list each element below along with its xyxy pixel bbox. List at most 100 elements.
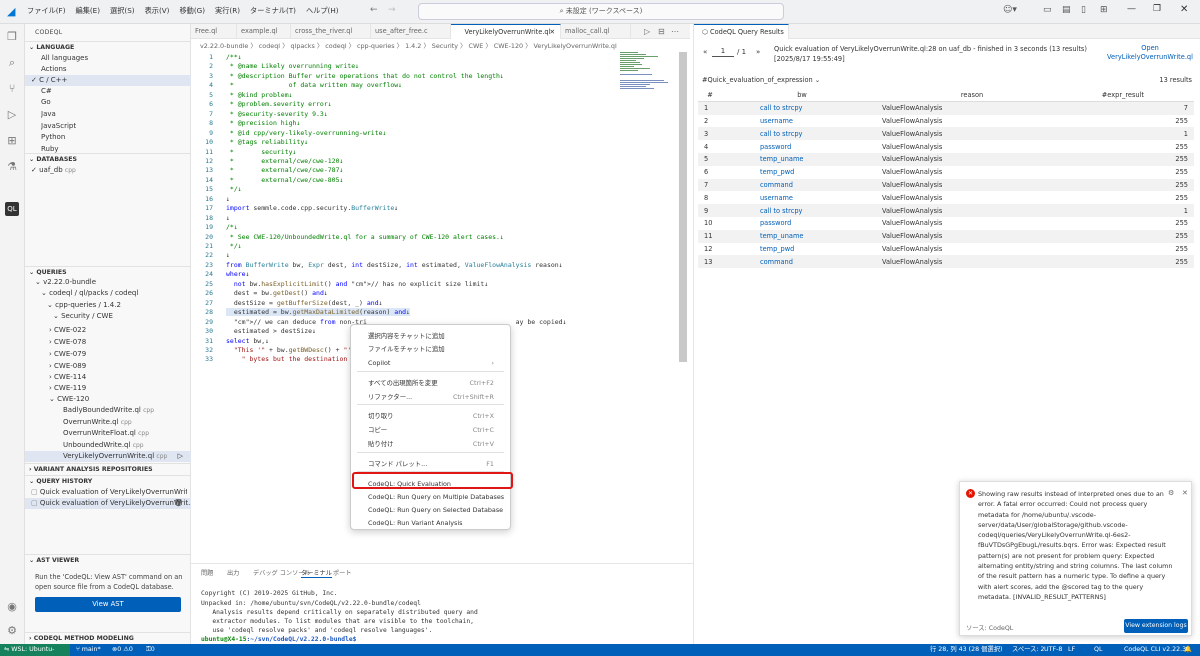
context-menu-item[interactable]: 選択内容をチャットに追加	[351, 330, 510, 343]
table-row[interactable]: 7 command ValueFlowAnalysis 255	[698, 178, 1194, 192]
toggle-secondary-icon[interactable]: ▯	[1081, 5, 1086, 15]
editor-scrollbar[interactable]	[679, 52, 687, 362]
database-item[interactable]: ✓ uaf_db cpp	[31, 165, 76, 176]
split-editor-icon[interactable]: ⊟	[658, 27, 665, 36]
context-menu-item[interactable]: すべての出現箇所を変更 Ctrl+F2	[351, 377, 510, 390]
toggle-sidebar-icon[interactable]: ▭	[1043, 5, 1052, 15]
trash-icon[interactable]: 🗑	[174, 498, 183, 509]
language-item[interactable]: Go	[41, 97, 51, 108]
language-item[interactable]: All languages	[41, 53, 88, 64]
code-line[interactable]: select bw,↓	[226, 337, 269, 345]
testing-icon[interactable]: ⚗	[5, 160, 19, 174]
code-line[interactable]: dest = bw.getDest() and↓	[226, 289, 328, 297]
remote-indicator[interactable]: ⇋ WSL: Ubuntu-24.04	[0, 644, 70, 656]
codeql-icon[interactable]: QL	[5, 202, 19, 216]
history-item-selected[interactable]: ▢ Quick evaluation of VeryLikelyOverrunW…	[25, 498, 191, 509]
table-row[interactable]: 9 call to strcpy ValueFlowAnalysis 1	[698, 204, 1194, 217]
tab-query-results[interactable]: ⬡ CodeQL Query Results	[694, 24, 789, 39]
close-icon[interactable]: ✕	[1182, 489, 1188, 497]
code-line[interactable]: * See CWE-120/UnboundedWrite.ql for a su…	[226, 233, 504, 241]
tab-problems[interactable]: 問題	[201, 568, 213, 577]
code-line[interactable]: /*↓	[226, 223, 238, 231]
tree-folder[interactable]: ⌄ codeql / ql/packs / codeql	[41, 288, 138, 299]
explorer-icon[interactable]: ❐	[5, 30, 19, 44]
tree-file[interactable]: OverrunWriteFloat.ql cpp	[63, 428, 149, 439]
tab-example[interactable]: example.ql	[237, 24, 291, 39]
table-row[interactable]: 1 call to strcpy ValueFlowAnalysis 7	[698, 101, 1194, 115]
code-line[interactable]: * @security-severity 9.3↓	[226, 110, 328, 118]
bw-cell[interactable]: call to strcpy	[722, 204, 882, 217]
prev-page-icon[interactable]: «	[703, 48, 707, 56]
result-set-select[interactable]: #Quick_evaluation_of_expression ⌄	[702, 76, 820, 84]
language-mode[interactable]: QL	[1094, 644, 1102, 656]
code-line[interactable]: * @description Buffer write operations t…	[226, 72, 504, 80]
bw-cell[interactable]: password	[722, 140, 882, 153]
language-item[interactable]: Python	[41, 132, 65, 143]
terminal-prompt[interactable]: ubuntu@X4-15:~/svn/CodeQL/v2.22.0-bundle…	[201, 636, 356, 643]
tree-file[interactable]: UnboundedWrite.ql cpp	[63, 440, 144, 451]
codeql-cli-version[interactable]: CodeQL CLI v2.22.3	[1124, 644, 1186, 656]
close-icon[interactable]: ✕	[549, 25, 555, 40]
language-item[interactable]: C#	[41, 86, 52, 97]
code-line[interactable]: ↓	[226, 214, 230, 222]
maximize-icon[interactable]: ❐	[1153, 4, 1161, 14]
code-line[interactable]: * of data written may overflow↓	[226, 81, 402, 89]
code-line[interactable]: * security↓	[226, 148, 297, 156]
menu-item[interactable]: 表示(V)	[144, 6, 171, 16]
history-section-header[interactable]: ⌄ QUERY HISTORY	[25, 475, 191, 487]
menu-item[interactable]: 移動(G)	[178, 6, 206, 16]
more-actions-icon[interactable]: ⋯	[671, 27, 679, 36]
view-ast-button[interactable]: View AST	[35, 597, 181, 612]
context-menu-item[interactable]: コピー Ctrl+C	[351, 424, 510, 437]
command-center[interactable]: ⌕ 未設定 (ワークスペース)	[418, 3, 784, 20]
tab-very-likely-overrun[interactable]: VeryLikelyOverrunWrite.ql ✕	[451, 24, 561, 39]
gear-icon[interactable]: ⚙	[5, 624, 19, 638]
code-line[interactable]: ↓	[226, 195, 230, 203]
back-arrow-icon[interactable]: ←	[370, 5, 378, 15]
table-row[interactable]: 5 temp_uname ValueFlowAnalysis 255	[698, 152, 1194, 166]
copilot-icon[interactable]: ☺▾	[1003, 5, 1017, 15]
branch-indicator[interactable]: ⑂ main*	[76, 644, 101, 656]
tab-terminal[interactable]: ターミナル	[301, 568, 332, 578]
table-row[interactable]: 12 temp_pwd ValueFlowAnalysis 255	[698, 243, 1194, 256]
code-line[interactable]: destSize = getBufferSize(dest, _) and↓	[226, 299, 383, 307]
tab-cross-the-river[interactable]: cross_the_river.ql	[291, 24, 371, 39]
context-menu-item[interactable]: Copilot ›	[351, 357, 510, 370]
menu-item[interactable]: ターミナル(T)	[249, 6, 297, 16]
table-row[interactable]: 11 temp_uname ValueFlowAnalysis 255	[698, 229, 1194, 243]
minimize-icon[interactable]: —	[1127, 4, 1136, 14]
context-menu-item[interactable]: CodeQL: Run Variant Analysis	[351, 517, 510, 530]
code-line[interactable]: from BufferWrite bw, Expr dest, int dest…	[226, 261, 563, 269]
table-row[interactable]: 3 call to strcpy ValueFlowAnalysis 1	[698, 127, 1194, 141]
tree-folder[interactable]: › CWE-089	[49, 361, 86, 372]
method-section-header[interactable]: › CODEQL METHOD MODELING	[25, 632, 191, 644]
tree-folder[interactable]: ⌄ v2.22.0-bundle	[35, 277, 96, 288]
bw-cell[interactable]: temp_uname	[722, 229, 882, 243]
code-line[interactable]: ↓	[226, 251, 230, 259]
tab-ports[interactable]: ポート	[333, 568, 352, 577]
tree-folder[interactable]: › CWE-079	[49, 349, 86, 360]
table-row[interactable]: 10 password ValueFlowAnalysis 255	[698, 217, 1194, 230]
bw-cell[interactable]: command	[722, 255, 882, 269]
toggle-panel-icon[interactable]: ▤	[1062, 5, 1071, 15]
tree-folder[interactable]: › CWE-119	[49, 383, 86, 394]
tab-output[interactable]: 出力	[227, 568, 239, 577]
column-header[interactable]: reason	[882, 89, 1062, 103]
code-line[interactable]: not bw.hasExplicitLimit() and "cm">// ha…	[226, 280, 488, 288]
code-line[interactable]: * external/cwe/cwe-787↓	[226, 166, 344, 174]
menu-item[interactable]: 実行(R)	[214, 6, 241, 16]
column-header[interactable]: #expr_result	[1062, 89, 1194, 103]
code-line[interactable]: */↓	[226, 242, 242, 250]
tree-folder[interactable]: ⌄ Security / CWE	[53, 311, 113, 322]
gear-icon[interactable]: ⚙	[1168, 489, 1174, 497]
menu-item[interactable]: ファイル(F)	[26, 6, 67, 16]
page-input[interactable]: 1	[712, 45, 734, 57]
tree-folder[interactable]: › CWE-022	[49, 325, 86, 336]
code-line[interactable]: where↓	[226, 270, 250, 278]
code-line[interactable]: * @problem.severity error↓	[226, 100, 332, 108]
cursor-position[interactable]: 行 28, 列 43 (28 個選択)	[930, 644, 1002, 656]
bw-cell[interactable]: call to strcpy	[722, 127, 882, 141]
menu-item[interactable]: ヘルプ(H)	[305, 6, 340, 16]
extensions-icon[interactable]: ⊞	[5, 134, 19, 148]
tab-use-after-free[interactable]: use_after_free.c	[371, 24, 451, 39]
